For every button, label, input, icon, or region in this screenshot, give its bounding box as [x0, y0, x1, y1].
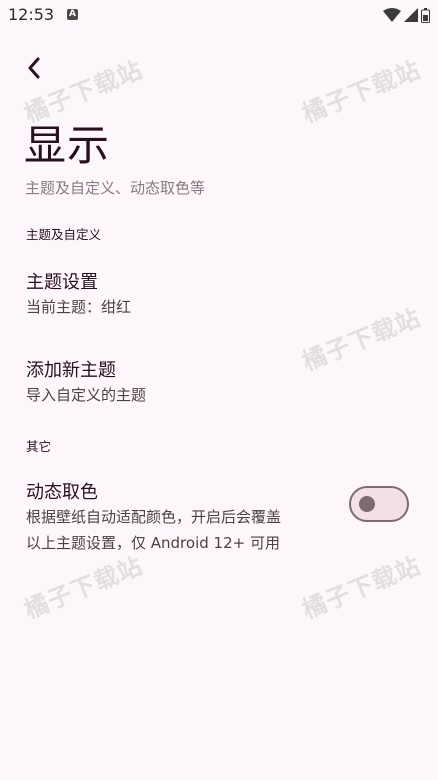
row-summary: 导入自定义的主题	[26, 386, 147, 404]
status-icons	[383, 7, 430, 23]
page-subtitle: 主题及自定义、动态取色等	[25, 179, 206, 197]
section-header-theme: 主题及自定义	[26, 227, 102, 242]
add-new-theme-row[interactable]: 添加新主题 导入自定义的主题	[0, 346, 438, 418]
dynamic-color-toggle[interactable]	[349, 486, 409, 522]
watermark: 橘子下载站	[298, 55, 425, 129]
navigation-bar	[0, 774, 438, 780]
back-arrow-icon	[28, 57, 40, 79]
back-button[interactable]	[20, 54, 48, 82]
cellular-signal-icon	[404, 8, 418, 22]
row-title: 主题设置	[26, 272, 98, 293]
status-bar: 12:53 A	[0, 0, 438, 30]
wifi-icon	[383, 8, 401, 22]
row-summary-line-2: 以上主题设置，仅 Android 12+ 可用	[26, 534, 280, 552]
battery-icon	[421, 7, 430, 23]
notification-icon: A	[67, 9, 78, 20]
status-time: 12:53	[8, 5, 55, 24]
row-summary-line-1: 根据壁纸自动适配颜色，开启后会覆盖	[26, 508, 282, 526]
row-title: 动态取色	[26, 482, 98, 503]
section-header-other: 其它	[26, 439, 52, 454]
toggle-thumb	[359, 496, 375, 512]
row-title: 添加新主题	[26, 360, 116, 381]
row-summary: 当前主题：绀红	[26, 298, 132, 316]
